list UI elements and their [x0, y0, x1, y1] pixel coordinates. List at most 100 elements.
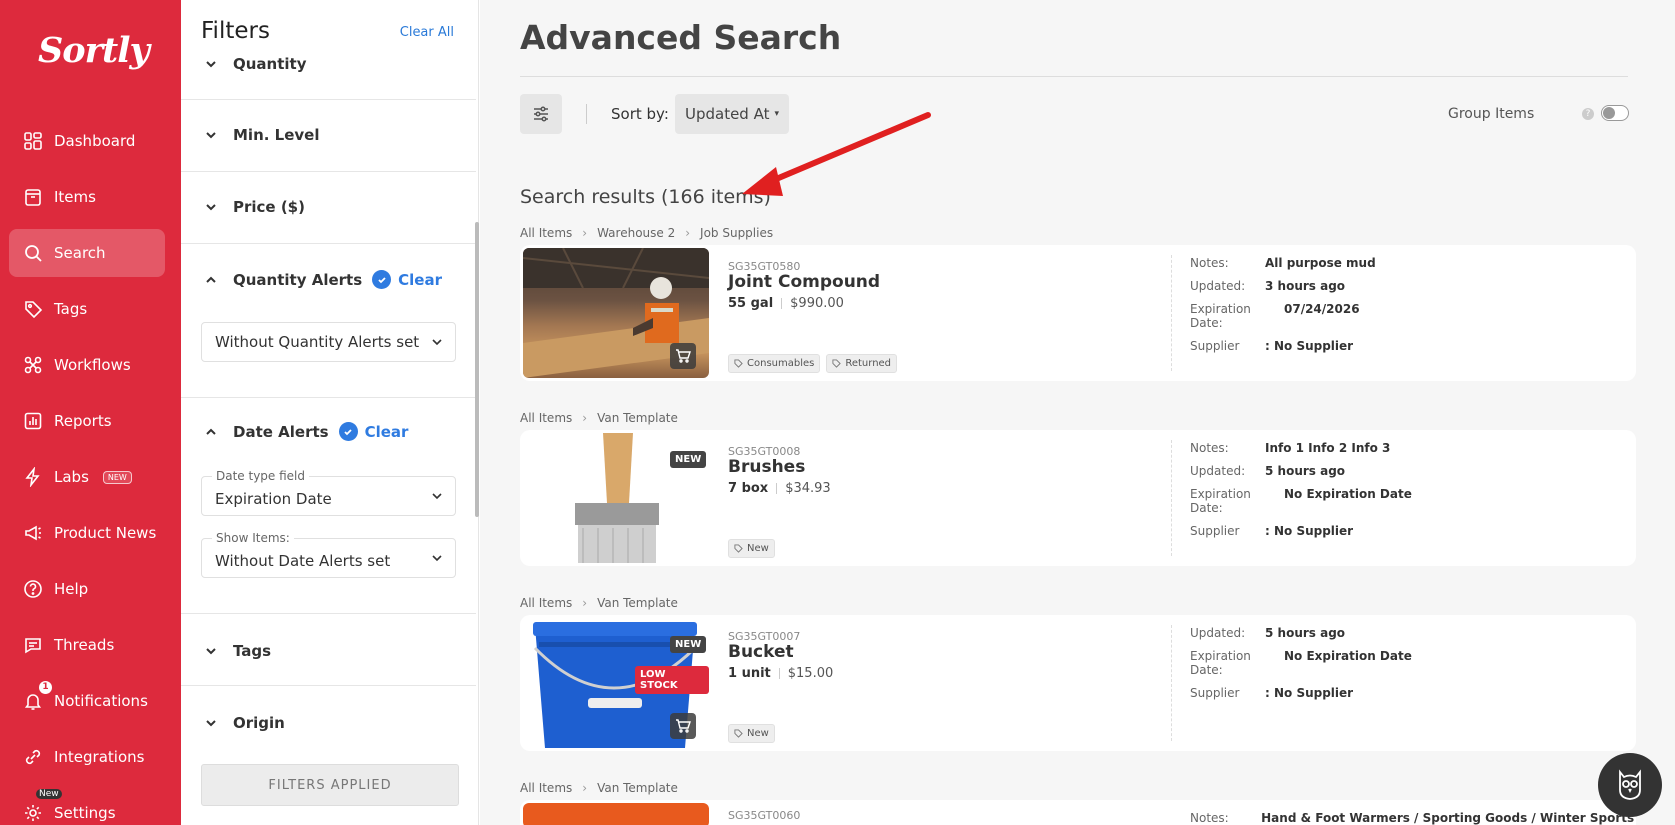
filter-settings-button[interactable]: [520, 94, 562, 134]
meta-key: Expiration Date:: [1190, 302, 1251, 330]
megaphone-icon: [25, 525, 41, 541]
meta-key: Updated:: [1190, 279, 1246, 293]
sidebar-item-threads[interactable]: Threads: [9, 621, 165, 669]
sort-label: Sort by:: [611, 105, 669, 123]
breadcrumb-item[interactable]: All Items: [520, 781, 572, 795]
check-icon: [372, 270, 392, 289]
filters-scrollbar[interactable]: [475, 222, 479, 517]
check-icon: [338, 422, 358, 441]
sliders-icon: [534, 106, 548, 122]
filter-toggle-quantity[interactable]: Quantity: [205, 55, 307, 73]
sidebar-item-help[interactable]: Help: [9, 565, 165, 613]
items-icon: [25, 189, 41, 206]
new-badge: New: [36, 789, 62, 799]
item-card[interactable]: SG35GT0580 Joint Compound 55 gal $990.00…: [520, 245, 1636, 381]
filter-toggle-price[interactable]: Price ($): [205, 198, 305, 216]
meta-value: All purpose mud: [1265, 256, 1376, 270]
sidebar-item-settings[interactable]: New Settings: [9, 789, 165, 825]
select-value: Expiration Date: [215, 490, 332, 508]
breadcrumb-item[interactable]: All Items: [520, 226, 572, 240]
reports-icon: [24, 412, 42, 430]
breadcrumb-item[interactable]: All Items: [520, 596, 572, 610]
quantity-alerts-clear-button[interactable]: Clear: [398, 271, 442, 289]
item-sku: SG35GT0060: [728, 809, 801, 822]
tag-chip[interactable]: Returned: [826, 354, 898, 373]
item-thumbnail[interactable]: [523, 803, 709, 825]
tag-chip[interactable]: New: [728, 539, 775, 558]
dashboard-icon: [24, 132, 42, 150]
breadcrumb-item[interactable]: Warehouse 2: [597, 226, 675, 240]
meta-value: 07/24/2026: [1284, 302, 1360, 316]
breadcrumb: All Items › Van Template: [520, 411, 678, 425]
breadcrumb-item[interactable]: Job Supplies: [700, 226, 773, 240]
item-card[interactable]: NEW LOW STOCK SG35GT0007 Bucket 1 unit $…: [520, 615, 1636, 751]
help-icon[interactable]: ?: [1582, 108, 1594, 120]
item-thumbnail[interactable]: NEW: [523, 433, 709, 563]
show-items-select[interactable]: Show Items: Without Date Alerts set: [201, 531, 456, 578]
cart-icon: [676, 719, 691, 733]
add-to-cart-button[interactable]: [670, 713, 696, 739]
item-quantity-price: 1 unit $15.00: [728, 666, 833, 681]
chevron-down-icon: [206, 204, 216, 211]
item-thumbnail[interactable]: [523, 248, 709, 378]
item-name[interactable]: Brushes: [728, 457, 805, 477]
group-items-toggle[interactable]: [1601, 105, 1629, 121]
tag-icon: [734, 544, 743, 553]
sidebar-item-dashboard[interactable]: Dashboard: [9, 117, 165, 165]
sort-dropdown[interactable]: Updated At ▾: [675, 94, 789, 134]
sortly-logo[interactable]: Sortly: [38, 30, 150, 71]
tag-chip[interactable]: New: [728, 724, 775, 743]
quantity-alerts-select[interactable]: Without Quantity Alerts set: [201, 322, 456, 362]
breadcrumb-item[interactable]: Van Template: [597, 781, 678, 795]
date-type-select[interactable]: Date type field Expiration Date: [201, 469, 456, 516]
item-price: $990.00: [790, 296, 844, 311]
meta-value: No Expiration Date: [1284, 649, 1412, 663]
filter-section-min-level: Min. Level: [181, 100, 476, 172]
sidebar-item-search[interactable]: Search: [9, 229, 165, 277]
breadcrumb-item[interactable]: Van Template: [597, 411, 678, 425]
tag-chip[interactable]: Consumables: [728, 354, 821, 373]
item-card[interactable]: SG35GT0060 Notes: Hand & Foot Warmers / S…: [520, 800, 1636, 825]
meta-key: Supplier: [1190, 524, 1240, 538]
sidebar-item-integrations[interactable]: Integrations: [9, 733, 165, 781]
sidebar-item-workflows[interactable]: Workflows: [9, 341, 165, 389]
sidebar-item-items[interactable]: Items: [9, 173, 165, 221]
sidebar-item-notifications[interactable]: 1 Notifications: [9, 677, 165, 725]
filter-toggle-origin[interactable]: Origin: [205, 714, 285, 732]
sidebar-item-label: Integrations: [54, 748, 145, 766]
filter-toggle-min-level[interactable]: Min. Level: [205, 126, 320, 144]
sidebar: Sortly Dashboard Items Search Tags Workf…: [0, 0, 181, 825]
date-alerts-clear-button[interactable]: Clear: [365, 423, 409, 441]
item-name[interactable]: Joint Compound: [728, 272, 880, 292]
item-thumbnail[interactable]: NEW LOW STOCK: [523, 618, 709, 748]
workflows-icon: [24, 356, 42, 374]
tag-icon: [25, 301, 43, 319]
filter-toggle-date-alerts[interactable]: Date Alerts Clear: [205, 422, 408, 441]
low-stock-badge: LOW STOCK: [635, 666, 709, 694]
meta-value: 5 hours ago: [1265, 626, 1346, 640]
divider: [586, 104, 587, 124]
sidebar-item-label: Settings: [54, 804, 116, 822]
filter-label: Price ($): [233, 198, 305, 216]
item-quantity-price: 55 gal $990.00: [728, 296, 844, 311]
item-card[interactable]: NEW SG35GT0008 Brushes 7 box $34.93 New …: [520, 430, 1636, 566]
sidebar-item-labs[interactable]: Labs NEW: [9, 453, 165, 501]
add-to-cart-button[interactable]: [670, 343, 696, 369]
help-icon: [24, 580, 42, 598]
breadcrumb-item[interactable]: Van Template: [597, 596, 678, 610]
sidebar-item-label: Product News: [54, 524, 157, 542]
item-tags: Consumables Returned: [728, 354, 898, 373]
select-label: Show Items:: [212, 531, 294, 545]
meta-value: Info 1 Info 2 Info 3: [1265, 441, 1391, 455]
filter-toggle-quantity-alerts[interactable]: Quantity Alerts Clear: [205, 270, 442, 289]
sidebar-item-reports[interactable]: Reports: [9, 397, 165, 445]
filter-section-quantity: Quantity: [181, 0, 476, 100]
sidebar-item-product-news[interactable]: Product News: [9, 509, 165, 557]
filter-toggle-tags[interactable]: Tags: [205, 642, 271, 660]
assistant-chat-button[interactable]: [1598, 753, 1662, 817]
filters-applied-button[interactable]: FILTERS APPLIED: [201, 764, 459, 806]
divider: [520, 76, 1628, 77]
sidebar-item-tags[interactable]: Tags: [9, 285, 165, 333]
item-name[interactable]: Bucket: [728, 642, 794, 662]
breadcrumb-item[interactable]: All Items: [520, 411, 572, 425]
